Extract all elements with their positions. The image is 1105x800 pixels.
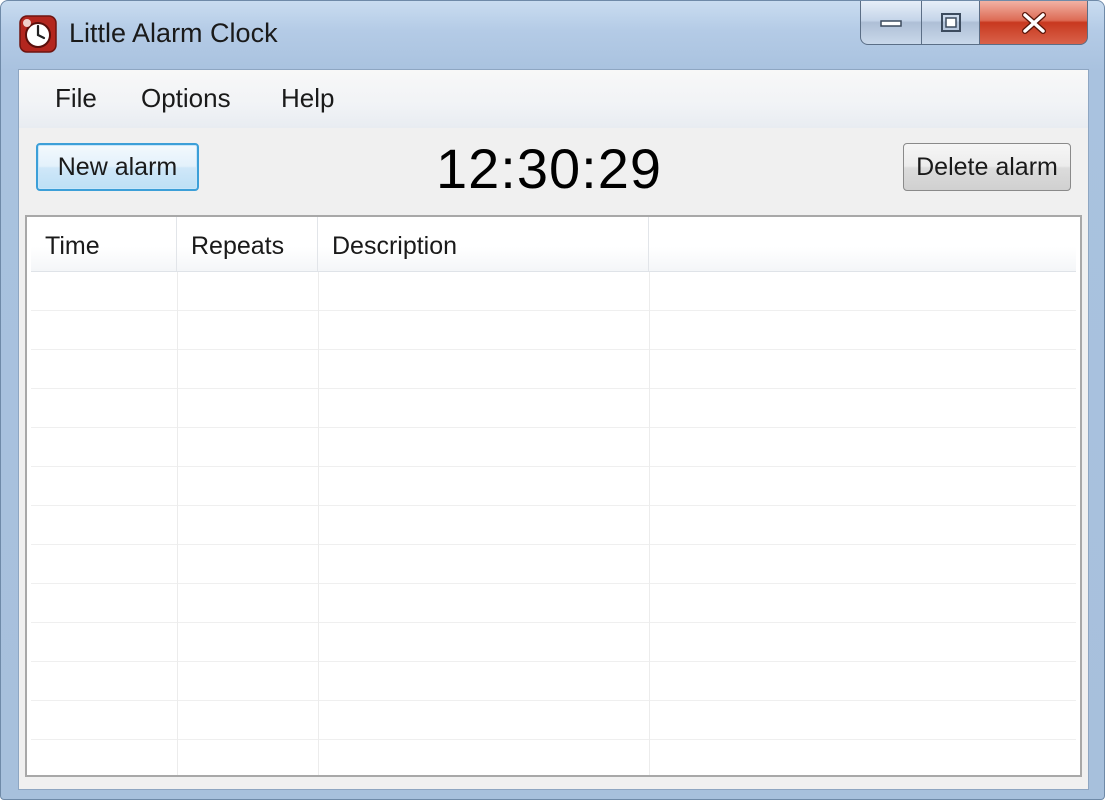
empty-row <box>31 350 1076 389</box>
empty-row <box>31 389 1076 428</box>
empty-row <box>31 428 1076 467</box>
toolbar: New alarm 12:30:29 Delete alarm <box>19 128 1088 216</box>
empty-row <box>31 272 1076 311</box>
app-window: Little Alarm Clock File Options Help New… <box>0 0 1105 800</box>
empty-row <box>31 740 1076 775</box>
window-title: Little Alarm Clock <box>69 18 278 48</box>
client-area: File Options Help New alarm 12:30:29 Del… <box>18 69 1089 790</box>
empty-row <box>31 545 1076 584</box>
empty-row <box>31 506 1076 545</box>
minimize-icon <box>880 19 902 27</box>
empty-row <box>31 311 1076 350</box>
empty-row <box>31 584 1076 623</box>
column-label-description: Description <box>332 232 458 260</box>
alarm-list-header: Time Repeats Description <box>31 217 1076 272</box>
current-time-display: 12:30:29 <box>436 137 662 200</box>
maximize-icon <box>940 12 961 32</box>
minimize-button[interactable] <box>860 1 922 45</box>
column-header-filler <box>649 217 1076 271</box>
alarm-list-body[interactable] <box>31 272 1076 775</box>
empty-row <box>31 662 1076 701</box>
menu-help[interactable]: Help <box>277 83 338 114</box>
title-bar[interactable]: Little Alarm Clock <box>1 1 1104 67</box>
delete-alarm-button[interactable]: Delete alarm <box>903 143 1071 191</box>
caption-buttons <box>860 1 1088 47</box>
alarm-clock-icon[interactable] <box>19 15 57 53</box>
empty-row <box>31 701 1076 740</box>
menu-options[interactable]: Options <box>137 83 235 114</box>
maximize-button[interactable] <box>922 1 980 45</box>
column-header-repeats[interactable]: Repeats <box>177 217 318 271</box>
column-gridline <box>177 272 178 775</box>
menu-bar: File Options Help <box>19 70 1088 128</box>
alarm-list[interactable]: Time Repeats Description <box>25 215 1082 777</box>
column-label-repeats: Repeats <box>191 232 285 260</box>
empty-row <box>31 467 1076 506</box>
new-alarm-button[interactable]: New alarm <box>36 143 199 191</box>
column-label-time: Time <box>45 232 100 260</box>
column-gridline <box>318 272 319 775</box>
close-button[interactable] <box>980 1 1088 45</box>
empty-row <box>31 623 1076 662</box>
column-header-description[interactable]: Description <box>318 217 649 271</box>
column-header-time[interactable]: Time <box>31 217 177 271</box>
menu-file[interactable]: File <box>51 83 101 114</box>
column-gridline <box>649 272 650 775</box>
close-icon <box>1021 11 1046 34</box>
